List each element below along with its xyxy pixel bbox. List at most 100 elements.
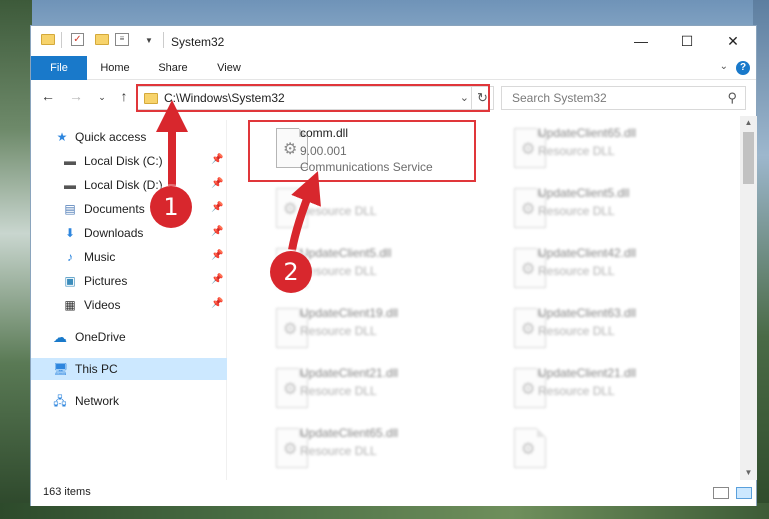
file-type: Resource DLL [300, 204, 377, 218]
back-arrow-icon[interactable]: ← [39, 88, 57, 104]
tab-share[interactable]: Share [151, 56, 195, 80]
sidebar-item-label: Local Disk (D:) [84, 178, 163, 192]
tab-home[interactable]: Home [93, 56, 137, 80]
title-divider-2 [163, 32, 164, 48]
gear-icon: ⚙ [521, 261, 536, 278]
file-name: UpdateClient21.dll [538, 366, 637, 380]
file-name: UpdateClient65.dll [538, 126, 637, 140]
pin-icon[interactable]: 📌 [211, 274, 223, 285]
pin-icon[interactable]: 📌 [211, 250, 223, 261]
file-type: Resource DLL [538, 264, 615, 278]
search-input[interactable]: Search System32 ⚲ [501, 86, 746, 110]
file-tile[interactable]: ⚙ UpdateClient21.dll Resource DLL [490, 362, 720, 420]
rename-icon[interactable]: ≡ [115, 33, 129, 46]
expand-ribbon-chevron-icon[interactable]: ⌄ [720, 61, 728, 72]
gear-icon: ⚙ [521, 141, 536, 158]
details-view-icon[interactable] [713, 487, 729, 499]
file-type: Resource DLL [538, 204, 615, 218]
title-bar: ✓ ≡ ▼ System32 — ☐ ✕ [31, 26, 756, 58]
callout-step-1: 1 [150, 186, 192, 228]
pin-icon[interactable]: 📌 [211, 154, 223, 165]
file-tile[interactable]: ⚙ UpdateClient19.dll Resource DLL [252, 302, 482, 360]
gear-icon: ⚙ [283, 381, 298, 398]
file-tile[interactable]: ⚙ UpdateClient65.dll Resource DLL [490, 122, 720, 180]
file-name: UpdateClient42.dll [538, 246, 637, 260]
file-name: UpdateClient5.dll [300, 246, 392, 260]
file-tile[interactable]: ⚙ [490, 422, 720, 480]
scroll-thumb[interactable] [743, 132, 754, 184]
music-icon: ♪ [67, 250, 73, 264]
scroll-down-arrow-icon[interactable]: ▼ [740, 466, 757, 480]
maximize-button[interactable]: ☐ [664, 26, 710, 56]
up-arrow-icon[interactable]: ↑ [115, 88, 133, 104]
file-name: UpdateClient63.dll [538, 306, 637, 320]
file-name: UpdateClient21.dll [300, 366, 399, 380]
properties-check-icon[interactable]: ✓ [71, 33, 84, 46]
sidebar-item-this-pc[interactable]: 🖥 This PC [31, 358, 227, 380]
sidebar-item-label: Quick access [75, 130, 147, 144]
file-type: Resource DLL [538, 384, 615, 398]
vertical-scrollbar[interactable]: ▲ ▼ [740, 116, 757, 480]
help-icon[interactable]: ? [736, 61, 750, 75]
video-icon: ▦ [64, 298, 76, 312]
sidebar-item-onedrive[interactable]: ☁ OneDrive [31, 326, 227, 348]
file-tile[interactable]: ⚙ UpdateClient42.dll Resource DLL [490, 242, 720, 300]
sidebar-item-label: Videos [84, 298, 121, 312]
minimize-button[interactable]: — [618, 26, 664, 56]
callout-step-2: 2 [270, 251, 312, 293]
scroll-up-arrow-icon[interactable]: ▲ [740, 116, 757, 130]
new-folder-icon[interactable] [95, 34, 109, 45]
gear-icon: ⚙ [521, 381, 536, 398]
star-icon: ★ [56, 130, 68, 144]
file-tile[interactable]: ⚙ UpdateClient63.dll Resource DLL [490, 302, 720, 360]
navigation-pane: ★ Quick access ▬ Local Disk (C:) 📌 ▬ Loc… [31, 120, 227, 480]
file-name: UpdateClient5.dll [538, 186, 630, 200]
sidebar-item-downloads[interactable]: ⬇ Downloads 📌 [31, 222, 227, 244]
sidebar-item-label: Local Disk (C:) [84, 154, 163, 168]
sidebar-item-label: This PC [75, 362, 118, 376]
status-bar: 163 items [31, 480, 756, 506]
computer-icon: 🖥 [53, 362, 69, 376]
window-title: System32 [171, 35, 225, 49]
file-name: UpdateClient19.dll [300, 306, 399, 320]
drive-icon: ▬ [64, 178, 76, 192]
address-highlight-box [136, 84, 490, 112]
pictures-icon: ▣ [64, 274, 76, 288]
file-name: UpdateClient65.dll [300, 426, 399, 440]
forward-arrow-icon[interactable]: → [67, 88, 85, 104]
pin-icon[interactable]: 📌 [211, 226, 223, 237]
download-icon: ⬇ [64, 226, 76, 240]
gear-icon: ⚙ [521, 321, 536, 338]
pin-icon[interactable]: 📌 [211, 202, 223, 213]
dll-file-icon: ⚙ [514, 428, 546, 468]
pin-icon[interactable]: 📌 [211, 178, 223, 189]
file-tile[interactable]: ⚙ UpdateClient65.dll Resource DLL [252, 422, 482, 480]
gear-icon: ⚙ [521, 441, 536, 458]
file-type: Resource DLL [538, 144, 615, 158]
sidebar-item-videos[interactable]: ▦ Videos 📌 [31, 294, 227, 316]
sidebar-item-label: Documents [84, 202, 145, 216]
tab-file[interactable]: File [31, 56, 87, 80]
file-tile[interactable]: ⚙ UpdateClient21.dll Resource DLL [252, 362, 482, 420]
file-type: Resource DLL [538, 324, 615, 338]
customize-toolbar-chevron-icon[interactable]: ▼ [145, 36, 153, 45]
file-tile[interactable]: ⚙ UpdateClient5.dll Resource DLL [490, 182, 720, 240]
sidebar-item-local-disk-d[interactable]: ▬ Local Disk (D:) 📌 [31, 174, 227, 196]
gear-icon: ⚙ [283, 321, 298, 338]
recent-locations-chevron-icon[interactable]: ⌄ [93, 92, 111, 103]
sidebar-item-label: Downloads [84, 226, 144, 240]
gear-icon: ⚙ [283, 201, 298, 218]
sidebar-item-pictures[interactable]: ▣ Pictures 📌 [31, 270, 227, 292]
file-tile[interactable]: ⚙ Resource DLL [252, 182, 482, 240]
sidebar-item-quick-access[interactable]: ★ Quick access [31, 126, 227, 148]
close-button[interactable]: ✕ [710, 26, 756, 56]
large-icons-view-icon[interactable] [736, 487, 752, 499]
sidebar-item-local-disk-c[interactable]: ▬ Local Disk (C:) 📌 [31, 150, 227, 172]
drive-icon: ▬ [64, 154, 76, 168]
pin-icon[interactable]: 📌 [211, 298, 223, 309]
sidebar-item-documents[interactable]: ▤ Documents 📌 [31, 198, 227, 220]
gear-icon: ⚙ [521, 201, 536, 218]
sidebar-item-network[interactable]: 🖧 Network [31, 390, 227, 412]
tab-view[interactable]: View [207, 56, 251, 80]
sidebar-item-music[interactable]: ♪ Music 📌 [31, 246, 227, 268]
